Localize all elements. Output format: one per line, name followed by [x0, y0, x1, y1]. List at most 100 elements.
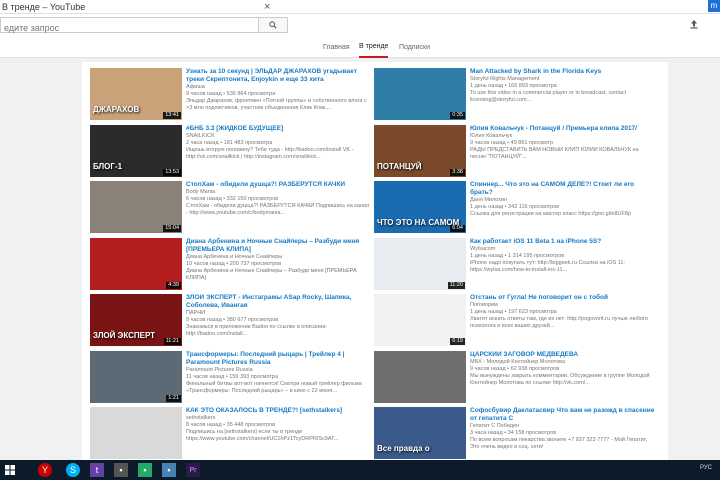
video-title[interactable]: Узнать за 10 секунд | ЭЛЬДАР ДЖАРАХОВ уг… — [186, 68, 372, 84]
channel-name[interactable]: sethstalkers — [186, 415, 372, 422]
video-title[interactable]: Софосбувир Даклатасвир Что вам не разожд… — [470, 407, 656, 423]
thumbnail-caption: Все правда о — [377, 444, 430, 453]
browser-tab[interactable]: В тренде – YouTube — [0, 0, 160, 14]
video-info: Отстань от Гугла! Не поговорит он с тобо… — [470, 294, 656, 330]
video-thumbnail[interactable]: 0:35 — [374, 68, 466, 120]
video-item[interactable]: БЛОГ-1 13:53 #БНБ 3.3 [ЖИДКОЕ БУДУЩЕЕ] SNAI… — [90, 124, 372, 182]
video-thumbnail[interactable]: 15:04 — [90, 181, 182, 233]
video-info: Диана Арбенина и Ночные Снайперы – Разбу… — [186, 238, 372, 282]
video-thumbnail[interactable]: ЧТО ЭТО НА САМОМ 6:04 — [374, 181, 466, 233]
video-thumbnail[interactable]: Все правда о — [374, 407, 466, 459]
video-title[interactable]: Спиннер... Что это на САМОМ ДЕЛЕ?! Стоит… — [470, 181, 656, 197]
channel-name[interactable]: SNAILKICK — [186, 133, 372, 140]
video-thumbnail[interactable]: 11:20 — [374, 237, 466, 290]
video-title[interactable]: Юлия Ковальчук - Потанцуй / Премьера кли… — [470, 125, 656, 133]
video-meta: 1 день назад • 1 314 195 просмотров — [470, 252, 565, 259]
video-item[interactable]: ЧТО ЭТО НА САМОМ 6:04 Спиннер... Что это н… — [374, 181, 656, 238]
tab-trending[interactable]: В тренде — [359, 36, 389, 58]
video-thumbnail[interactable]: 1:21 — [90, 350, 182, 403]
video-description: Ищешь вторую половину? Тебе туда - http:… — [186, 146, 354, 160]
upload-icon[interactable] — [686, 16, 702, 32]
channel-name[interactable]: Даня Милохин — [470, 197, 656, 204]
video-thumbnail[interactable]: ПОТАНЦУЙ 3:38 — [374, 124, 466, 177]
video-duration: 15:04 — [163, 225, 181, 232]
video-title[interactable]: Как работает iOS 11 Beta 1 на iPhone 5S? — [470, 238, 656, 246]
video-title[interactable]: Отстань от Гугла! Не поговорит он с тобо… — [470, 294, 656, 302]
video-item[interactable]: 6:19 Отстань от Гугла! Не поговорит он с … — [374, 294, 656, 351]
video-title[interactable]: Man Attacked by Shark in the Florida Key… — [470, 68, 656, 76]
search-icon — [269, 21, 277, 29]
video-duration: 4:39 — [166, 281, 181, 289]
video-thumbnail[interactable] — [90, 407, 182, 459]
app-icon-2[interactable]: ▪ — [138, 463, 152, 477]
thumbnail-caption: ЗЛОЙ ЭКСПЕРТ — [93, 331, 156, 340]
video-thumbnail[interactable]: 6:19 — [374, 294, 466, 346]
video-description: To use this video in a commercial player… — [470, 90, 627, 103]
channel-name[interactable]: Paramount Pictures Russia — [186, 367, 372, 374]
video-title[interactable]: СтопХам - обидели душца?! РАЗБЕРУТСЯ КАЧ… — [186, 181, 372, 189]
video-item[interactable]: КАК ЭТО ОКАЗАЛОСЬ В ТРЕНДЕ?! [sethstalke… — [90, 407, 372, 460]
channel-name[interactable]: Гепатит С Победен — [470, 423, 656, 430]
channel-name[interactable]: Поговорим — [470, 302, 656, 309]
yandex-browser-icon[interactable]: Y — [38, 463, 52, 477]
video-duration: 11:21 — [163, 338, 181, 345]
video-thumbnail[interactable] — [374, 350, 466, 403]
video-meta: 1 день назад • 197 623 просмотра — [470, 309, 557, 315]
video-description: Диана Арбенина и Ночные Снайперы – Разбу… — [186, 267, 357, 281]
channel-name[interactable]: МБХ - Молодой Контейнер Молотова — [470, 359, 656, 366]
channel-name[interactable]: Юлия Ковальчук — [470, 133, 656, 140]
video-duration: 0:35 — [450, 112, 465, 119]
channel-name[interactable]: Wylsacom — [470, 246, 656, 253]
video-duration: 1:21 — [166, 394, 181, 402]
video-thumbnail[interactable]: ЗЛОЙ ЭКСПЕРТ 11:21 — [90, 294, 182, 346]
video-item[interactable]: ЗЛОЙ ЭКСПЕРТ 11:21 ЗЛОЙ ЭКСПЕРТ - Инстагра… — [90, 294, 372, 351]
video-title[interactable]: КАК ЭТО ОКАЗАЛОСЬ В ТРЕНДЕ?! [sethstalke… — [186, 407, 372, 415]
video-info: КАК ЭТО ОКАЗАЛОСЬ В ТРЕНДЕ?! [sethstalke… — [186, 407, 372, 443]
video-info: Трансформеры: Последний рыцарь | Трейлер… — [186, 351, 372, 395]
app-icon-3[interactable]: ▪ — [162, 463, 176, 477]
channel-name[interactable]: Body Mania — [186, 189, 372, 196]
tab-home[interactable]: Главная — [323, 36, 350, 58]
start-icon[interactable] — [2, 462, 18, 478]
video-title[interactable]: ЦАРСКИЙ ЗАГОВОР МЕДВЕДЕВА — [470, 351, 656, 359]
video-column-left: ДЖАРАХОВ 13:41 Узнать за 10 секунд | ЭЛЬДА… — [90, 68, 372, 460]
app-icon[interactable]: ▪ — [114, 463, 128, 477]
video-meta: 9 часов назад • 536 864 просмотра — [186, 91, 276, 97]
video-info: ЗЛОЙ ЭКСПЕРТ - Инстаграмы ASap Rocky, Ша… — [186, 294, 372, 338]
window-menu-icon[interactable]: m — [708, 0, 720, 12]
video-title[interactable]: Диана Арбенина и Ночные Снайперы – Разбу… — [186, 238, 372, 254]
video-item[interactable]: 15:04 СтопХам - обидели душца?! РАЗБЕРУТС… — [90, 181, 372, 238]
tab-subscriptions[interactable]: Подписки — [399, 36, 430, 58]
tab-close-icon[interactable]: × — [264, 1, 270, 13]
channel-name[interactable]: Storyful Rights Management — [470, 76, 656, 83]
video-item[interactable]: Все правда о Софосбувир Даклатасвир Что в… — [374, 407, 656, 460]
video-item[interactable]: 1:21 Трансформеры: Последний рыцарь | Тре… — [90, 350, 372, 408]
twitch-icon[interactable]: t — [90, 463, 104, 477]
video-title[interactable]: #БНБ 3.3 [ЖИДКОЕ БУДУЩЕЕ] — [186, 125, 372, 133]
video-item[interactable]: ПОТАНЦУЙ 3:38 Юлия Ковальчук - Потанцуй / … — [374, 124, 656, 182]
video-info: Спиннер... Что это на САМОМ ДЕЛЕ?! Стоит… — [470, 181, 656, 218]
skype-icon[interactable]: S — [66, 463, 80, 477]
video-item[interactable]: ЦАРСКИЙ ЗАГОВОР МЕДВЕДЕВА МБХ - Молодой К… — [374, 350, 656, 408]
language-indicator[interactable]: РУС — [700, 465, 712, 471]
video-meta: 11 часов назад • 159 393 просмотра — [186, 373, 278, 380]
video-thumbnail[interactable]: 4:39 — [90, 237, 182, 290]
channel-name[interactable]: Афиша — [186, 84, 372, 91]
video-item[interactable]: 0:35 Man Attacked by Shark in the Florida… — [374, 68, 656, 125]
video-title[interactable]: ЗЛОЙ ЭКСПЕРТ - Инстаграмы ASap Rocky, Ша… — [186, 294, 372, 310]
search-input[interactable] — [1, 21, 258, 35]
video-item[interactable]: 4:39 Диана Арбенина и Ночные Снайперы – Р… — [90, 237, 372, 295]
premiere-icon[interactable]: Pr — [186, 463, 200, 477]
browser-tabstrip: В тренде – YouTube × m — [0, 0, 720, 14]
video-item[interactable]: 11:20 Как работает iOS 11 Beta 1 на iPhon… — [374, 237, 656, 295]
thumbnail-caption: ПОТАНЦУЙ — [377, 161, 422, 171]
video-thumbnail[interactable]: ДЖАРАХОВ 13:41 — [90, 68, 182, 120]
search-button[interactable] — [258, 17, 288, 33]
video-item[interactable]: ДЖАРАХОВ 13:41 Узнать за 10 секунд | ЭЛЬДА… — [90, 68, 372, 125]
channel-name[interactable]: ПАРНИ — [186, 310, 372, 317]
video-title[interactable]: Трансформеры: Последний рыцарь | Трейлер… — [186, 351, 372, 367]
video-thumbnail[interactable]: БЛОГ-1 13:53 — [90, 124, 182, 177]
channel-name[interactable]: Диана Арбенина и Ночные Снайперы — [186, 254, 372, 261]
video-info: СтопХам - обидели душца?! РАЗБЕРУТСЯ КАЧ… — [186, 181, 372, 217]
search-box — [0, 17, 258, 35]
